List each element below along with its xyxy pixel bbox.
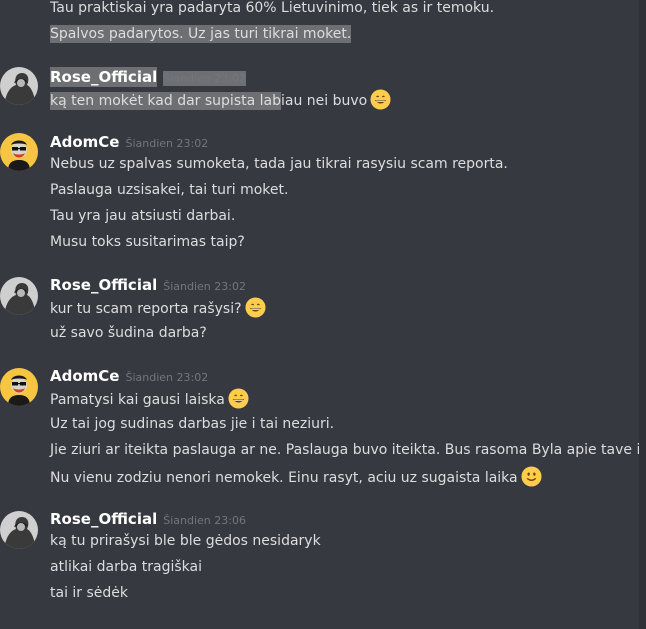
message-line: Uz tai jog sudinas darbas jie i tai nezi… [50,416,335,432]
chat-message-list: Tau praktiskai yra padaryta 60% Lietuvin… [0,0,646,629]
message-line: Nu vienu zodziu nenori nemokek. Einu ras… [50,466,542,488]
avatar[interactable] [0,133,38,171]
scrollbar-track[interactable] [639,0,646,629]
message-line: Musu toks susitarimas taip? [50,234,245,250]
message-header: Rose_Official Šiandien 23:06 [50,509,246,531]
rose-avatar-image [0,67,38,105]
selected-text: Spalvos padarytos. Uz jas turi tikrai mo… [50,25,352,43]
message-line: tai ir sėdėk [50,585,129,601]
avatar[interactable] [0,277,38,315]
timestamp: Šiandien 23:02 [125,371,209,384]
message-line: Jie ziuri ar iteikta paslauga ar ne. Pas… [50,442,646,458]
timestamp: Šiandien 23:02 [163,280,246,293]
selected-text: ką ten mokėt kad dar supista lab [50,92,281,110]
timestamp: Šiandien 23:02 [163,71,246,86]
avatar[interactable] [0,67,38,105]
message-line: Spalvos padarytos. Uz jas turi tikrai mo… [50,24,352,44]
username[interactable]: AdomCe [50,133,119,151]
slightly-smiling-face-icon[interactable] [521,466,542,487]
timestamp: Šiandien 23:02 [125,137,209,150]
message-line: Pamatysi kai gausi laiska [50,388,249,410]
message-line: ką tu prirašysi ble ble gėdos nesidaryk [50,533,321,549]
message-line: už savo šudina darba? [50,325,207,341]
username[interactable]: AdomCe [50,367,119,385]
grinning-face-icon[interactable] [370,89,391,110]
avatar[interactable] [0,511,38,549]
message-header: Rose_Official Šiandien 23:02 [50,275,246,297]
message-header: AdomCe Šiandien 23:02 [50,366,208,388]
grinning-face-icon[interactable] [228,388,249,409]
adomce-avatar-image [0,133,38,171]
message-line: kur tu scam reporta rašysi? [50,297,266,319]
message-line: Tau praktiskai yra padaryta 60% Lietuvin… [50,0,495,16]
rose-avatar-image [0,277,38,315]
message-line: Nebus uz spalvas sumoketa, tada jau tikr… [50,156,508,172]
message-line: Paslauga uzsisakei, tai turi moket. [50,182,289,198]
timestamp: Šiandien 23:06 [163,514,246,527]
message-header: AdomCe Šiandien 23:02 [50,132,208,154]
message-line: ką ten mokėt kad dar supista labiau nei … [50,89,391,111]
message-header: Rose_Official Šiandien 23:02 [50,67,246,89]
username[interactable]: Rose_Official [50,67,158,87]
avatar[interactable] [0,368,38,406]
grinning-face-icon[interactable] [245,297,266,318]
message-line: atlikai darba tragiškai [50,559,202,575]
message-line: Tau yra jau atsiusti darbai. [50,208,236,224]
username[interactable]: Rose_Official [50,510,157,528]
adomce-avatar-image [0,368,38,406]
username[interactable]: Rose_Official [50,276,157,294]
rose-avatar-image [0,511,38,549]
